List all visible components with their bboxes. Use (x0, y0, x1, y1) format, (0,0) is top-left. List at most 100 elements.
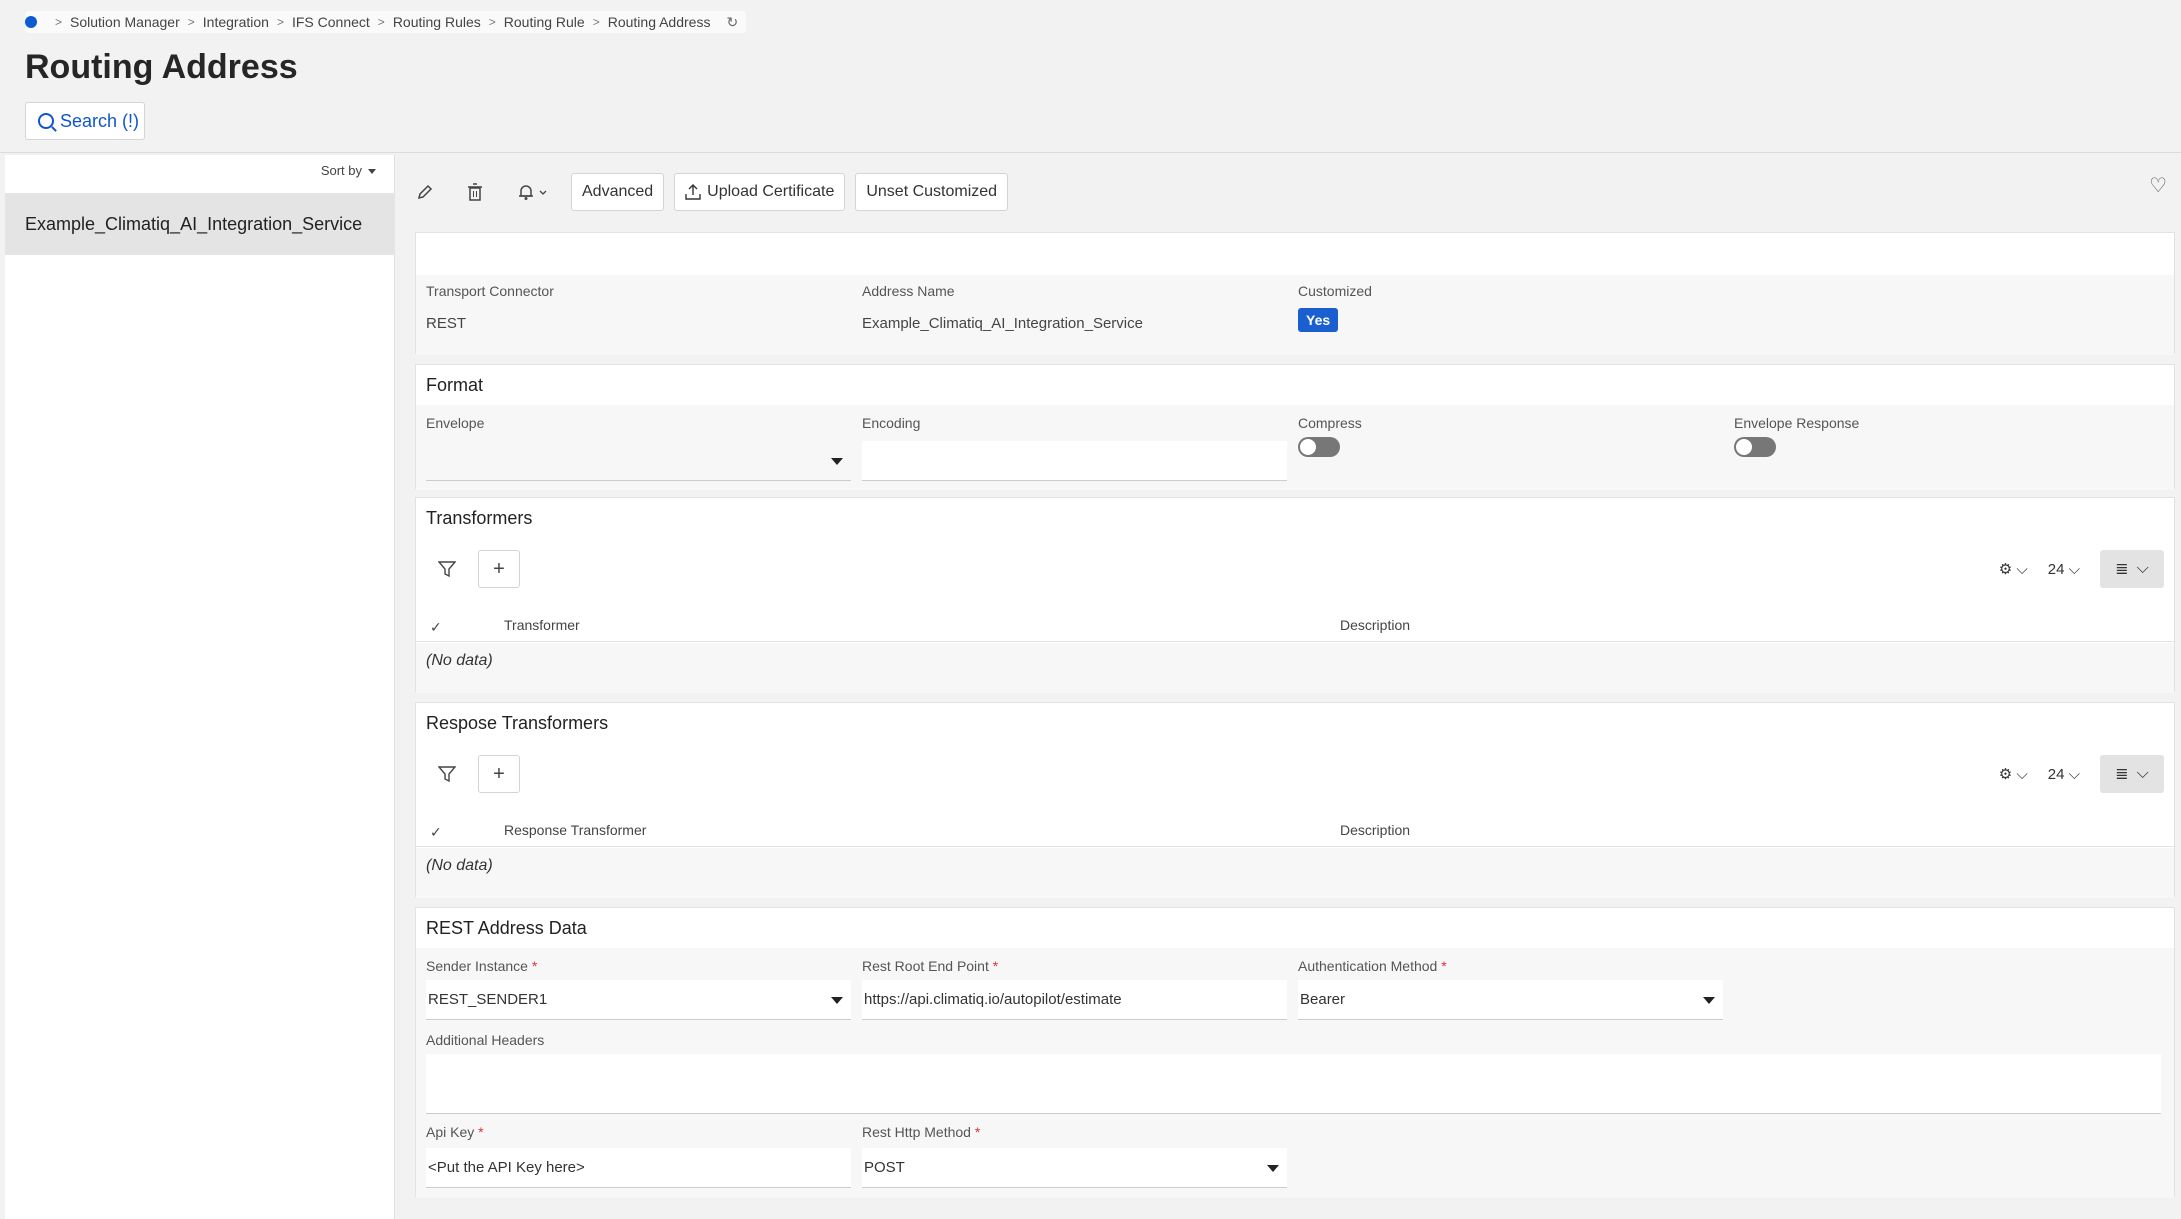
general-info-card: Transport Connector REST Address Name Ex… (415, 232, 2175, 355)
transformers-title: Transformers (426, 508, 533, 528)
required-mark: * (531, 958, 538, 974)
filter-icon[interactable] (426, 755, 468, 793)
upload-certificate-button[interactable]: Upload Certificate (674, 173, 846, 211)
general-fields-area (416, 275, 2174, 355)
upload-icon (685, 184, 701, 200)
customized-badge: Yes (1298, 308, 1339, 332)
search-button[interactable]: Search (!) (25, 102, 145, 140)
favorite-heart-icon[interactable]: ♡ (2149, 173, 2167, 198)
breadcrumb-item[interactable]: Integration (203, 14, 269, 30)
breadcrumb-item[interactable]: IFS Connect (292, 14, 370, 30)
rest-address-data-card: REST Address Data Sender Instance * REST… (415, 907, 2175, 1198)
chevron-right-icon: > (187, 15, 195, 29)
caret-down-icon (1267, 1165, 1279, 1172)
envelope-label: Envelope (426, 415, 485, 431)
chevron-down-icon: ⌵ (2136, 765, 2149, 782)
response-transformers-no-data: (No data) (426, 857, 493, 874)
auth-method-value: Bearer (1300, 991, 1346, 1008)
chevron-right-icon: > (377, 15, 385, 29)
breadcrumb: > Solution Manager > Integration > IFS C… (25, 11, 747, 33)
advanced-button[interactable]: Advanced (571, 173, 665, 211)
page-size-value: 24 (2047, 560, 2065, 578)
additional-headers-label: Additional Headers (426, 1032, 545, 1048)
envelope-response-label: Envelope Response (1734, 415, 1860, 431)
settings-gear-icon[interactable]: ⚙ ⌵ (1999, 765, 2028, 783)
list-item[interactable]: Example_Climatiq_AI_Integration_Service (5, 193, 395, 255)
settings-gear-icon[interactable]: ⚙ ⌵ (1999, 560, 2028, 578)
format-card: Format Envelope Encoding Compress Envelo… (415, 364, 2175, 490)
response-transformers-column-header: ✓ Response Transformer Description (416, 815, 2174, 847)
home-icon[interactable] (25, 16, 37, 28)
caret-down-icon (1703, 997, 1715, 1004)
breadcrumb-item[interactable]: Routing Rule (504, 14, 585, 30)
select-all-check-icon[interactable]: ✓ (430, 824, 442, 841)
sender-instance-label: Sender Instance * (426, 958, 537, 974)
command-toolbar: Advanced Upload Certificate Unset Custom… (405, 173, 2175, 211)
chevron-right-icon: > (488, 15, 496, 29)
auth-method-label-text: Authentication Method (1298, 958, 1438, 974)
column-response-transformer[interactable]: Response Transformer (504, 822, 646, 838)
root-end-point-label: Rest Root End Point * (862, 958, 998, 974)
http-method-label-text: Rest Http Method (862, 1124, 971, 1140)
http-method-label: Rest Http Method * (862, 1124, 980, 1140)
http-method-value: POST (864, 1159, 905, 1176)
transformers-card: Transformers + ⚙ ⌵ 24 ⌵ ≣ ⌵ ✓ Transforme… (415, 497, 2175, 693)
transformers-rows-area (416, 643, 2174, 693)
required-mark: * (974, 1124, 981, 1140)
api-key-input[interactable]: <Put the API Key here> (426, 1148, 851, 1188)
page-title: Routing Address (25, 48, 298, 86)
sender-instance-select[interactable]: REST_SENDER1 (426, 980, 851, 1020)
notification-bell-icon[interactable] (505, 173, 561, 211)
required-mark: * (992, 958, 999, 974)
unset-customized-button[interactable]: Unset Customized (855, 173, 1009, 211)
breadcrumb-item[interactable]: Solution Manager (70, 14, 180, 30)
compress-toggle[interactable] (1298, 437, 1340, 457)
column-description[interactable]: Description (1340, 822, 1410, 838)
chevron-down-icon: ⌵ (2136, 560, 2149, 577)
additional-headers-textarea[interactable] (426, 1054, 2161, 1114)
add-plus-icon[interactable]: + (478, 550, 520, 588)
sender-instance-value: REST_SENDER1 (428, 991, 548, 1008)
column-transformer[interactable]: Transformer (504, 617, 580, 633)
root-end-point-input[interactable]: https://api.climatiq.io/autopilot/estima… (862, 980, 1287, 1020)
encoding-input[interactable] (862, 441, 1287, 481)
breadcrumb-item[interactable]: Routing Rules (393, 14, 481, 30)
auth-method-select[interactable]: Bearer (1298, 980, 1723, 1020)
transformers-no-data: (No data) (426, 652, 493, 669)
format-title: Format (426, 375, 484, 395)
rest-address-data-title: REST Address Data (426, 918, 587, 938)
sort-by-label: Sort by (320, 163, 362, 178)
add-plus-icon[interactable]: + (478, 755, 520, 793)
edit-pencil-icon[interactable] (405, 173, 445, 211)
select-all-check-icon[interactable]: ✓ (430, 619, 442, 636)
sender-instance-label-text: Sender Instance (426, 958, 528, 974)
upload-certificate-label: Upload Certificate (707, 183, 835, 200)
envelope-select[interactable] (426, 441, 851, 481)
sort-by-dropdown[interactable]: Sort by (321, 163, 376, 178)
page-size-dropdown[interactable]: 24 ⌵ (2048, 766, 2080, 783)
chevron-right-icon: > (276, 15, 284, 29)
page-size-dropdown[interactable]: 24 ⌵ (2048, 561, 2080, 578)
filter-icon[interactable] (426, 550, 468, 588)
search-icon (38, 113, 54, 129)
envelope-response-toggle[interactable] (1734, 437, 1776, 457)
http-method-select[interactable]: POST (862, 1148, 1287, 1188)
response-transformers-card: Respose Transformers + ⚙ ⌵ 24 ⌵ ≣ ⌵ ✓ Re… (415, 702, 2175, 898)
chevron-right-icon: > (55, 15, 63, 29)
transport-connector-label: Transport Connector (426, 283, 554, 299)
caret-down-icon (831, 997, 843, 1004)
encoding-label: Encoding (862, 415, 921, 431)
transport-connector-value: REST (426, 315, 467, 332)
detail-panel: Advanced Upload Certificate Unset Custom… (405, 155, 2181, 1219)
breadcrumb-item-current: Routing Address (607, 14, 711, 30)
response-transformers-title: Respose Transformers (426, 713, 609, 733)
refresh-icon[interactable]: ↻ (726, 14, 738, 31)
required-mark: * (1441, 958, 1447, 974)
column-description[interactable]: Description (1340, 617, 1410, 633)
response-transformers-grid-tools: + (426, 755, 520, 793)
list-view-icon[interactable]: ≣ ⌵ (2100, 755, 2164, 793)
caret-down-icon (368, 169, 376, 175)
list-view-icon[interactable]: ≣ ⌵ (2100, 550, 2164, 588)
transformers-grid-tools: + (426, 550, 520, 588)
delete-trash-icon[interactable] (455, 173, 495, 211)
